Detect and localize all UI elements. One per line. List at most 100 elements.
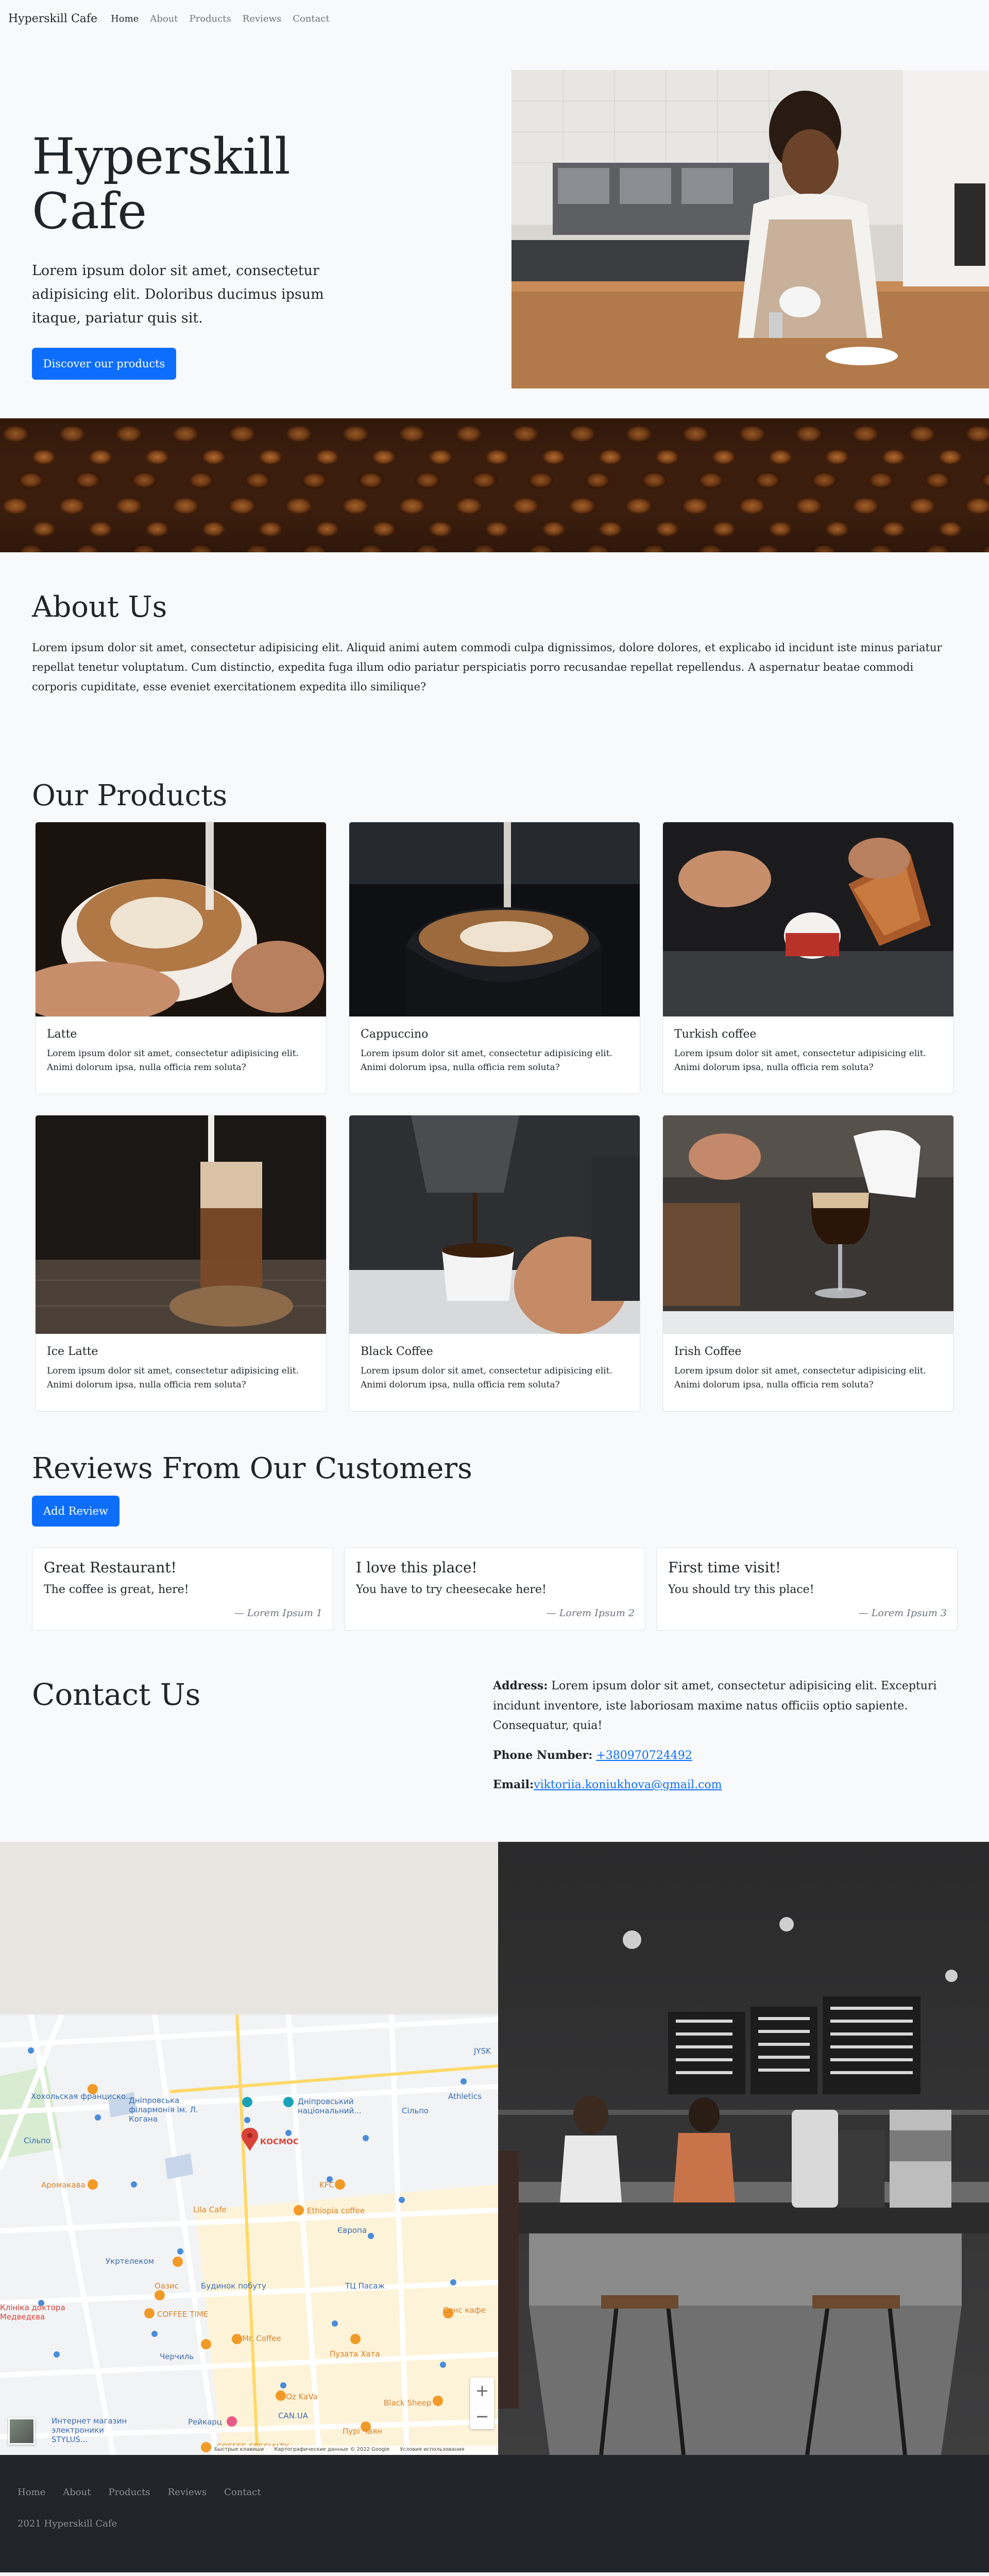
footer-link-products[interactable]: Products: [108, 2487, 150, 2498]
navbar-brand[interactable]: Hyperskill Cafe: [8, 12, 97, 25]
review-author: — Lorem Ipsum 1: [234, 1607, 322, 1619]
map-label-kfc: KFC: [319, 2180, 334, 2190]
media-row: КОСМОС Дніпровська філармонія ім. Л. Ког…: [0, 1842, 989, 2455]
review-author: — Lorem Ipsum 2: [546, 1607, 635, 1619]
map-label-museum: Дніпровський національний...: [298, 2097, 362, 2115]
latte-body: Latte Lorem ipsum dolor sit amet, consec…: [36, 1016, 326, 1094]
nav-link-about[interactable]: About: [150, 13, 178, 24]
map-attribution: Быстрые клавиши Картографические данные …: [211, 2446, 498, 2455]
map-terms-link[interactable]: Условия использования: [400, 2447, 464, 2454]
review-title: First time visit!: [668, 1559, 781, 1576]
review-card: First time visit! You should try this pl…: [656, 1547, 958, 1631]
footer-link-reviews[interactable]: Reviews: [168, 2487, 207, 2498]
discover-products-button[interactable]: Discover our products: [32, 347, 176, 380]
black-coffee-body: Black Coffee Lorem ipsum dolor sit amet,…: [349, 1334, 640, 1411]
map-label-oazis: Оазис: [155, 2281, 179, 2291]
phone-link[interactable]: +380970724492: [596, 1749, 692, 1762]
product-card-cappuccino: Cappuccino Lorem ipsum dolor sit amet, c…: [349, 822, 640, 1094]
map-label-aroma: Аромакава: [41, 2180, 86, 2190]
reviews-grid: Great Restaurant! The coffee is great, h…: [32, 1547, 958, 1631]
map-label-kosmos: КОСМОС: [260, 2137, 299, 2146]
map-zoom-control: + −: [470, 2378, 494, 2429]
phone-label: Phone Number:: [493, 1748, 593, 1762]
google-map[interactable]: КОСМОС Дніпровська філармонія ім. Л. Ког…: [0, 2014, 498, 2455]
footer-nav: Home About Products Reviews Contact: [18, 2487, 971, 2498]
nav-link-reviews[interactable]: Reviews: [243, 13, 281, 24]
map-label-hohol: Хохольская франциско...: [31, 2092, 133, 2101]
about-section: About Us Lorem ipsum dolor sit amet, con…: [0, 552, 989, 748]
contact-phone: Phone Number: +380970724492: [493, 1745, 946, 1766]
copyright: 2021 Hyperskill Cafe: [18, 2518, 117, 2529]
map-label-silpo-right: Сільпо: [402, 2106, 429, 2115]
map-label-puzata: Пузата Хата: [330, 2349, 380, 2359]
product-name: Ice Latte: [47, 1345, 98, 1358]
map-label-jysk: JYSK: [474, 2046, 491, 2056]
map-label-senso: Сенс кафе: [443, 2306, 486, 2315]
add-review-button[interactable]: Add Review: [32, 1496, 120, 1527]
product-name: Turkish coffee: [674, 1028, 757, 1041]
review-title: I love this place!: [356, 1559, 478, 1576]
contact-email: Email:viktoriia.koniukhova@gmail.com: [493, 1775, 946, 1795]
footer-link-home[interactable]: Home: [18, 2487, 45, 2498]
map-shortcuts-link[interactable]: Быстрые клавиши: [214, 2447, 264, 2454]
review-card: Great Restaurant! The coffee is great, h…: [32, 1547, 333, 1631]
map-label-mr-coffee: Mr. Coffee: [242, 2334, 281, 2343]
coffee-beans-banner: [0, 418, 989, 552]
navbar: Hyperskill Cafe Home About Products Revi…: [0, 0, 989, 37]
review-title: Great Restaurant!: [44, 1559, 177, 1576]
nav-link-home[interactable]: Home: [111, 13, 139, 24]
map-satellite-toggle[interactable]: [8, 2418, 35, 2445]
product-card-black-coffee: Black Coffee Lorem ipsum dolor sit amet,…: [349, 1115, 640, 1412]
ice-latte-image: [36, 1115, 326, 1334]
map-label-coffee-time: COFFEE TIME: [157, 2310, 209, 2319]
nav-link-products[interactable]: Products: [190, 13, 231, 24]
cappuccino-body: Cappuccino Lorem ipsum dolor sit amet, c…: [349, 1016, 640, 1094]
review-card: I love this place! You have to try chees…: [344, 1547, 645, 1631]
hero-barista-image: [511, 70, 989, 388]
product-name: Latte: [47, 1028, 77, 1041]
ice-latte-body: Ice Latte Lorem ipsum dolor sit amet, co…: [36, 1334, 326, 1411]
contact-address: Address: Lorem ipsum dolor sit amet, con…: [493, 1676, 946, 1736]
turkish-coffee-image: [663, 822, 953, 1016]
about-title: About Us: [32, 590, 167, 624]
address-value: Lorem ipsum dolor sit amet, consectetur …: [493, 1680, 937, 1732]
footer: Home About Products Reviews Contact 2021…: [0, 2455, 989, 2572]
map-data-credit: Картографические данные © 2022 Google: [274, 2447, 390, 2452]
cafe-interior-image: [498, 1842, 989, 2455]
reviews-title: Reviews From Our Customers: [32, 1452, 472, 1485]
map-label-blacksheep: Black Sheep: [384, 2398, 432, 2408]
nav-link-contact[interactable]: Contact: [293, 13, 329, 24]
products-grid: Latte Lorem ipsum dolor sit amet, consec…: [35, 822, 957, 1412]
hero-lead: Lorem ipsum dolor sit amet, consectetur …: [32, 263, 324, 326]
irish-coffee-image: [663, 1115, 953, 1334]
email-link[interactable]: viktoriia.koniukhova@gmail.com: [534, 1778, 722, 1791]
contact-title: Contact Us: [32, 1677, 201, 1712]
zoom-in-button[interactable]: +: [475, 2381, 489, 2400]
product-description: Lorem ipsum dolor sit amet, consectetur …: [47, 1366, 299, 1391]
irish-coffee-body: Irish Coffee Lorem ipsum dolor sit amet,…: [663, 1334, 953, 1411]
email-label: Email:: [493, 1778, 534, 1791]
zoom-out-button[interactable]: −: [475, 2406, 489, 2426]
review-text: You have to try cheesecake here!: [356, 1583, 547, 1596]
map-label-internet: Интернет магазин электроники STYLUS...: [52, 2416, 127, 2444]
address-label: Address:: [493, 1679, 548, 1692]
map-label-ethiopia: Ethiopia coffee: [307, 2206, 365, 2215]
product-description: Lorem ipsum dolor sit amet, consectetur …: [47, 1048, 299, 1073]
black-coffee-image: [349, 1115, 640, 1334]
contact-info: Address: Lorem ipsum dolor sit amet, con…: [493, 1676, 946, 1805]
review-author: — Lorem Ipsum 3: [858, 1607, 947, 1619]
product-description: Lorem ipsum dolor sit amet, consectetur …: [674, 1048, 926, 1073]
products-title: Our Products: [32, 779, 228, 812]
footer-link-about[interactable]: About: [63, 2487, 91, 2498]
product-name: Irish Coffee: [674, 1345, 742, 1358]
about-text: Lorem ipsum dolor sit amet, consectetur …: [32, 641, 942, 693]
map-label-lila: Lila Cafe: [193, 2205, 227, 2214]
map-label-tc: ТЦ Пасаж: [345, 2281, 385, 2291]
product-description: Lorem ipsum dolor sit amet, consectetur …: [674, 1366, 926, 1391]
map-label-puri: Пурі Чаян: [343, 2427, 382, 2436]
hero-section: Hyperskill Cafe Lorem ipsum dolor sit am…: [0, 37, 989, 418]
footer-link-contact[interactable]: Contact: [224, 2487, 261, 2498]
review-text: The coffee is great, here!: [44, 1583, 189, 1596]
review-text: You should try this place!: [668, 1583, 814, 1596]
map-label-ozkava: Oz KaVa: [286, 2392, 318, 2401]
